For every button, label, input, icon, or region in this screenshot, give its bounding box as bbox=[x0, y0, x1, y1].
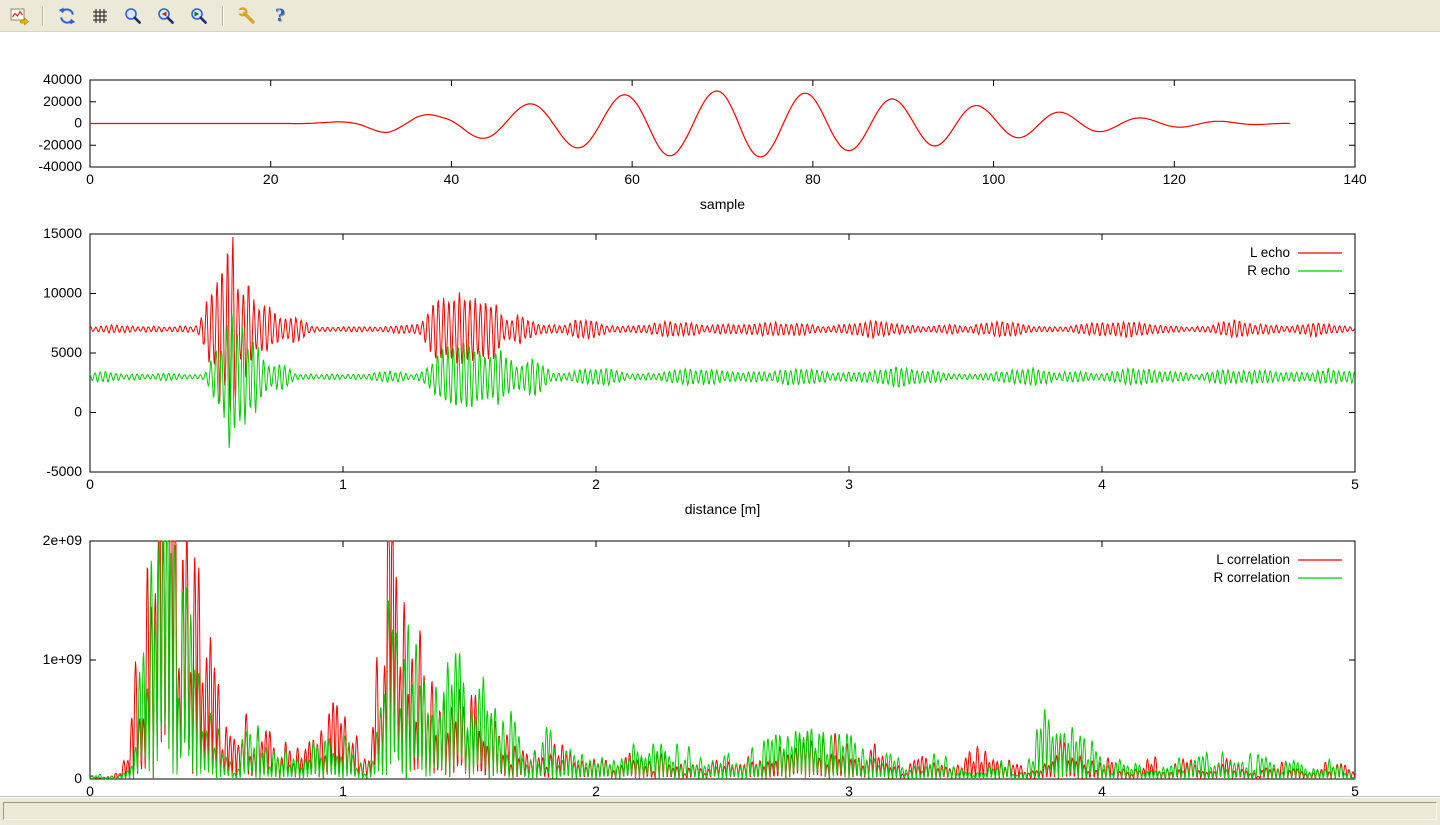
zoom-next-icon bbox=[189, 6, 209, 26]
axis-tick-label: 40000 bbox=[43, 71, 82, 87]
axis-tick-label: 20 bbox=[263, 171, 279, 187]
axis-tick-label: 0 bbox=[86, 171, 94, 187]
export-icon bbox=[9, 6, 29, 26]
axis-tick-label: 3 bbox=[845, 783, 853, 797]
plot-area: 020406080100120140-40000-200000200004000… bbox=[0, 32, 1440, 797]
axis-tick-label: 4 bbox=[1098, 476, 1106, 492]
series-r-correlation bbox=[90, 541, 1355, 779]
axis-tick-label: 0 bbox=[74, 404, 82, 420]
toggle-grid-button[interactable] bbox=[87, 3, 113, 29]
series-l-echo bbox=[90, 237, 1354, 411]
axis-tick-label: 140 bbox=[1343, 171, 1367, 187]
axis-tick-label: 0 bbox=[86, 783, 94, 797]
axis-tick-label: -5000 bbox=[46, 463, 82, 479]
options-button[interactable] bbox=[234, 3, 260, 29]
axis-tick-label: 0 bbox=[74, 115, 82, 131]
chart-waveform[interactable]: 0 20 40 60 80 100 120 140 -40000 -20000 0 20000 4000… bbox=[0, 64, 1440, 222]
legend-label: L correlation bbox=[1216, 552, 1290, 567]
axis-tick-label: 2 bbox=[592, 783, 600, 797]
legend-label: R echo bbox=[1247, 263, 1290, 278]
chart-echo[interactable]: 012345-5000050001000015000distance [m]L … bbox=[0, 222, 1440, 530]
axis-tick-label: -20000 bbox=[38, 136, 82, 152]
refresh-icon bbox=[57, 6, 77, 26]
axis-tick-label: 60 bbox=[624, 171, 640, 187]
wrench-icon bbox=[237, 6, 257, 26]
toolbar: ? ? bbox=[0, 0, 1440, 32]
plot-border bbox=[90, 234, 1355, 472]
axis-tick-label: 2e+09 bbox=[43, 532, 83, 548]
toolbar-separator bbox=[222, 6, 224, 26]
axis-tick-label: 100 bbox=[982, 171, 1006, 187]
axis-tick-label: 0 bbox=[86, 476, 94, 492]
axis-tick-label: 1e+09 bbox=[43, 651, 83, 667]
axis-tick-label: 2 bbox=[592, 476, 600, 492]
chart-correlation[interactable]: 01234501e+092e+09distance [m]L correlati… bbox=[0, 530, 1440, 797]
status-message bbox=[3, 802, 1437, 820]
series-r-echo bbox=[90, 313, 1354, 448]
x-axis-label: distance [m] bbox=[685, 501, 760, 517]
axis-tick-label: 1 bbox=[339, 476, 347, 492]
axis-tick-label: 1 bbox=[339, 783, 347, 797]
axis-tick-label: -40000 bbox=[38, 158, 82, 174]
zoom-icon bbox=[123, 6, 143, 26]
series-waveform bbox=[90, 91, 1290, 157]
axis-tick-label: 5 bbox=[1351, 783, 1359, 797]
status-bar bbox=[0, 797, 1440, 825]
legend-label: R correlation bbox=[1213, 570, 1290, 585]
copy-plot-button[interactable] bbox=[6, 3, 32, 29]
axis-tick-label: 15000 bbox=[43, 225, 82, 241]
svg-text:?: ? bbox=[275, 6, 285, 26]
axis-tick-label: 5 bbox=[1351, 476, 1359, 492]
axis-tick-label: 3 bbox=[845, 476, 853, 492]
axis-tick-label: 20000 bbox=[43, 93, 82, 109]
help-icon: ? ? bbox=[270, 6, 290, 26]
zoom-button[interactable] bbox=[120, 3, 146, 29]
axis-tick-label: 4 bbox=[1098, 783, 1106, 797]
axis-tick-label: 80 bbox=[805, 171, 821, 187]
grid-icon bbox=[90, 6, 110, 26]
toolbar-separator bbox=[42, 6, 44, 26]
series-l-correlation bbox=[90, 541, 1355, 779]
axis-tick-label: 10000 bbox=[43, 285, 82, 301]
replot-button[interactable] bbox=[54, 3, 80, 29]
axis-tick-label: 40 bbox=[444, 171, 460, 187]
legend-label: L echo bbox=[1250, 245, 1290, 260]
axis-tick-label: 5000 bbox=[51, 344, 82, 360]
zoom-previous-icon bbox=[156, 6, 176, 26]
help-button[interactable]: ? ? bbox=[267, 3, 293, 29]
zoom-previous-button[interactable] bbox=[153, 3, 179, 29]
x-axis-label: sample bbox=[700, 196, 745, 212]
axis-tick-label: 0 bbox=[74, 770, 82, 786]
zoom-next-button[interactable] bbox=[186, 3, 212, 29]
axis-tick-label: 120 bbox=[1163, 171, 1187, 187]
plot-border bbox=[90, 541, 1355, 779]
